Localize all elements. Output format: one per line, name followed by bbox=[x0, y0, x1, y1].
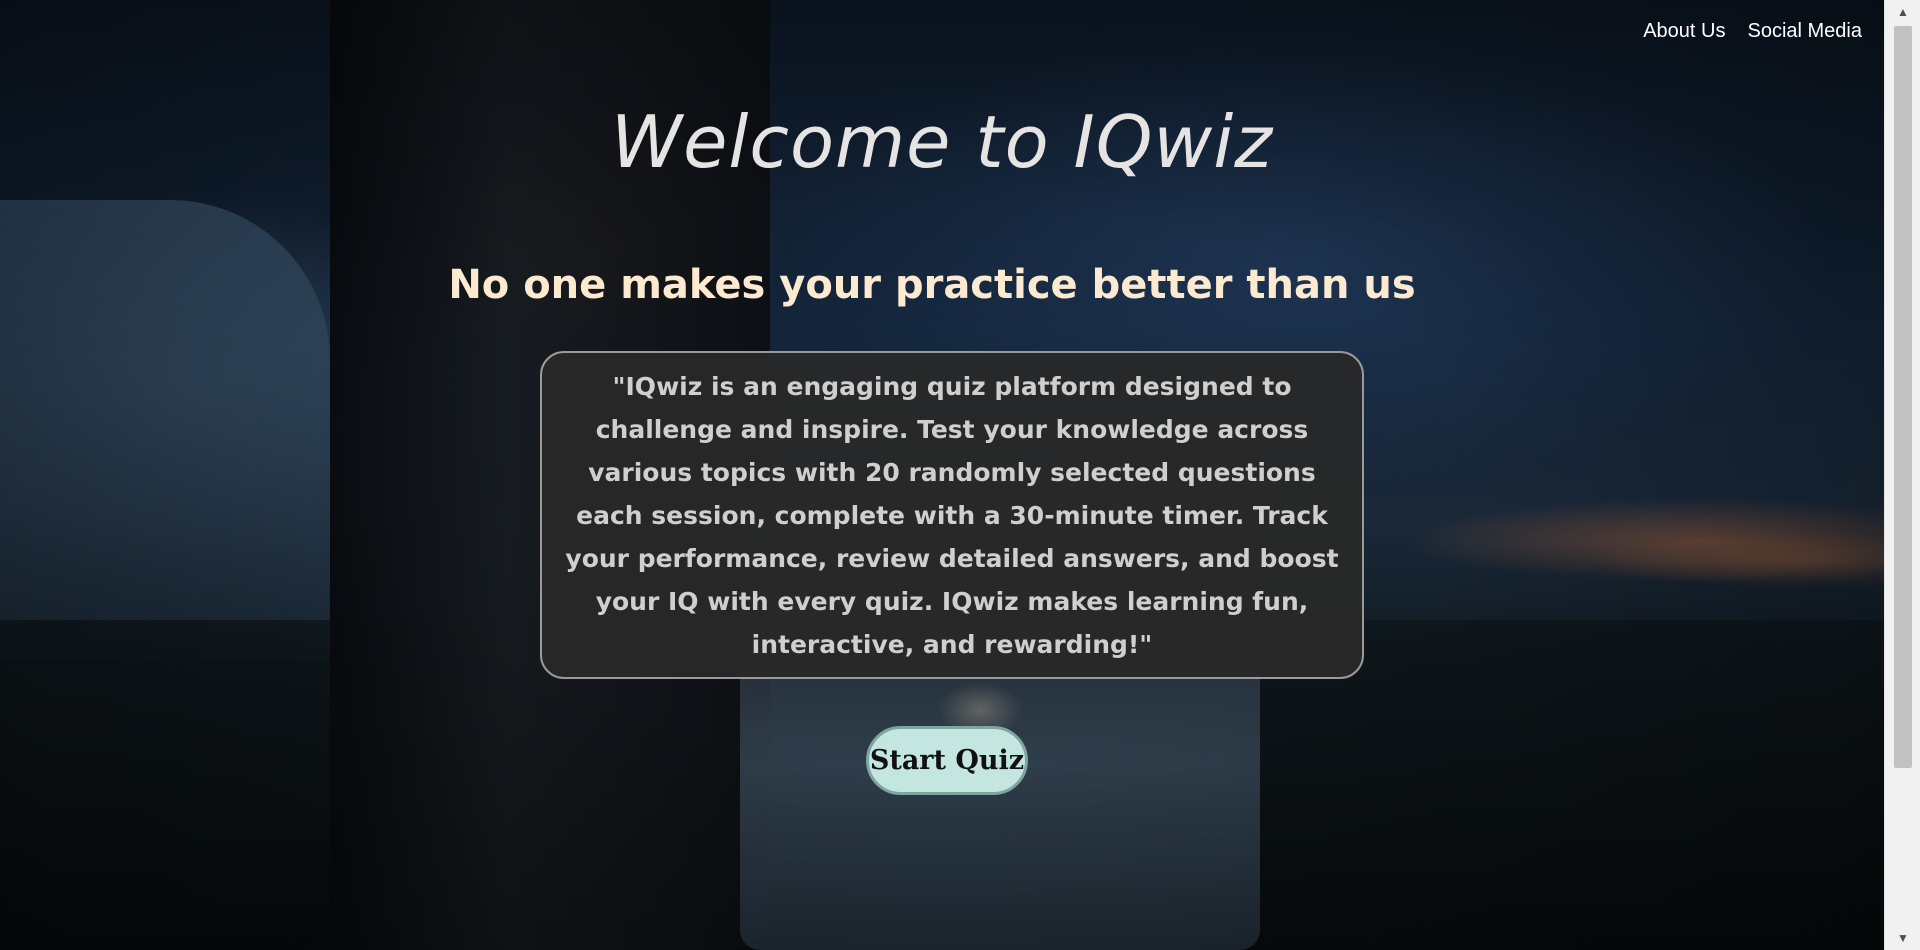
nav-about-us-link[interactable]: About Us bbox=[1643, 20, 1725, 43]
vertical-scrollbar[interactable]: ▲ ▼ bbox=[1884, 0, 1920, 950]
page-subtitle: No one makes your practice better than u… bbox=[448, 262, 1416, 308]
description-text: "IQwiz is an engaging quiz platform desi… bbox=[565, 371, 1339, 659]
page-title: Welcome to IQwiz bbox=[610, 100, 1274, 184]
scrollbar-thumb[interactable] bbox=[1894, 26, 1912, 768]
scroll-up-arrow-icon[interactable]: ▲ bbox=[1885, 0, 1920, 24]
description-box: "IQwiz is an engaging quiz platform desi… bbox=[540, 351, 1364, 679]
scroll-down-arrow-icon[interactable]: ▼ bbox=[1885, 926, 1920, 950]
nav-social-media-link[interactable]: Social Media bbox=[1747, 20, 1862, 43]
top-nav: About Us Social Media bbox=[1643, 20, 1862, 43]
start-quiz-button[interactable]: Start Quiz bbox=[866, 726, 1028, 795]
